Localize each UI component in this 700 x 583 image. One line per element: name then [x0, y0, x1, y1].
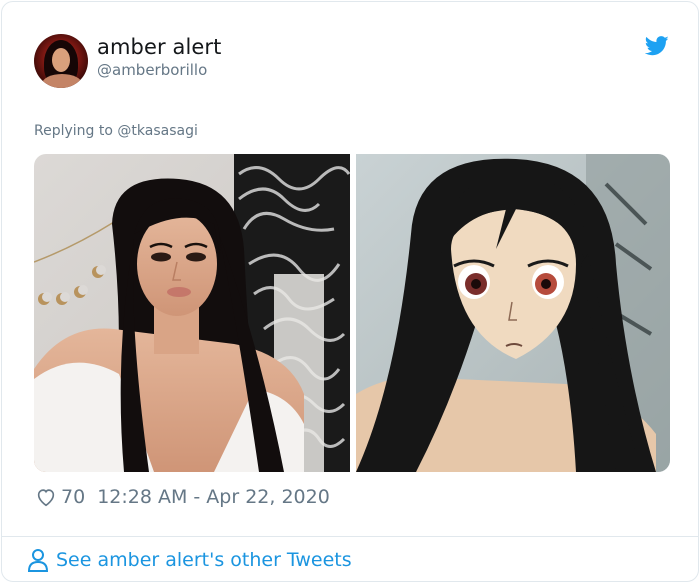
person-icon: [27, 549, 49, 572]
reply-mention-link[interactable]: @tkasasagi: [117, 123, 197, 139]
replying-prefix: Replying to: [34, 123, 118, 139]
tweet-meta: 70 12:28 AM - Apr 22, 2020: [35, 485, 330, 509]
other-tweets-link[interactable]: See amber alert's other Tweets: [26, 547, 352, 573]
like-count[interactable]: 70: [61, 486, 85, 508]
divider: [2, 536, 698, 537]
tweet-timestamp[interactable]: 12:28 AM - Apr 22, 2020: [97, 486, 330, 508]
avatar[interactable]: [34, 34, 88, 88]
other-tweets-label[interactable]: See amber alert's other Tweets: [56, 549, 352, 571]
anime-photo[interactable]: [356, 154, 670, 472]
author-handle[interactable]: @amberborillo: [97, 61, 207, 79]
twitter-bird-icon[interactable]: [645, 36, 669, 56]
tweet-card: amber alert @amberborillo Replying to @t…: [1, 1, 699, 582]
replying-to: Replying to @tkasasagi: [34, 123, 198, 139]
heart-icon[interactable]: [35, 486, 57, 508]
real-photo[interactable]: [34, 154, 350, 472]
author-name[interactable]: amber alert: [97, 35, 221, 59]
